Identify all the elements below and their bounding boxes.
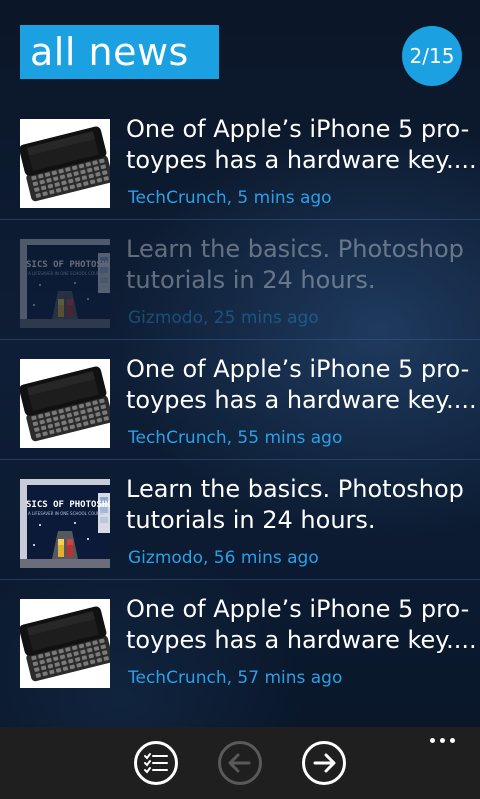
headline-line: toypes has a hardware key.... — [126, 386, 477, 414]
svg-text:A LIFESAVER IN ONE SCHOOL COUR: A LIFESAVER IN ONE SCHOOL COURSE — [28, 511, 105, 516]
news-headline: One of Apple’s iPhone 5 pro- toypes has … — [126, 594, 477, 656]
news-headline: Learn the basics. Photoshop tutorials in… — [126, 234, 470, 296]
headline-line: toypes has a hardware key.... — [126, 146, 477, 174]
news-headline: One of Apple’s iPhone 5 pro- toypes has … — [126, 354, 477, 416]
news-item[interactable]: One of Apple’s iPhone 5 pro- toypes has … — [0, 580, 480, 700]
headline-line: One of Apple’s iPhone 5 pro- — [126, 355, 470, 383]
headline-line: Learn the basics. Photoshop — [126, 235, 464, 263]
news-item[interactable]: SICS OF PHOTOSHO A LIFESAVER IN ONE SCHO… — [0, 460, 480, 580]
page-title: all news — [30, 30, 189, 74]
news-screen: all news 2/15 One of Apple’s iPhone 5 pr… — [0, 0, 480, 799]
news-source: TechCrunch, 5 mins ago — [128, 188, 332, 208]
svg-text:SICS OF PHOTOSHO: SICS OF PHOTOSHO — [26, 260, 110, 270]
photoshop-thumbnail: SICS OF PHOTOSHO A LIFESAVER IN ONE SCHO… — [20, 239, 110, 328]
news-source: TechCrunch, 55 mins ago — [128, 428, 343, 448]
news-item[interactable]: One of Apple’s iPhone 5 pro- toypes has … — [0, 340, 480, 460]
headline-line: tutorials in 24 hours. — [126, 506, 376, 534]
headline-line: One of Apple’s iPhone 5 pro- — [126, 115, 470, 143]
list-icon — [144, 753, 168, 774]
page-header: all news — [20, 25, 219, 79]
news-source: Gizmodo, 25 mins ago — [128, 308, 319, 328]
photoshop-thumbnail: SICS OF PHOTOSHO A LIFESAVER IN ONE SCHO… — [20, 479, 110, 568]
iphone-thumbnail — [20, 359, 110, 448]
headline-line: Learn the basics. Photoshop — [126, 475, 464, 503]
list-button[interactable] — [134, 741, 178, 785]
iphone-thumbnail — [20, 119, 110, 208]
headline-line: toypes has a hardware key.... — [126, 626, 477, 654]
back-button[interactable] — [218, 741, 262, 785]
app-bar — [0, 727, 480, 799]
headline-line: tutorials in 24 hours. — [126, 266, 376, 294]
page-counter-badge: 2/15 — [402, 26, 462, 86]
forward-arrow-icon — [313, 753, 336, 773]
iphone-thumbnail — [20, 599, 110, 688]
news-source: TechCrunch, 57 mins ago — [128, 668, 343, 688]
headline-line: One of Apple’s iPhone 5 pro- — [126, 595, 470, 623]
news-list: One of Apple’s iPhone 5 pro- toypes has … — [0, 100, 480, 700]
svg-text:A LIFESAVER IN ONE SCHOOL COUR: A LIFESAVER IN ONE SCHOOL COURSE — [28, 271, 105, 276]
ellipsis-icon[interactable] — [430, 735, 460, 745]
news-item[interactable]: SICS OF PHOTOSHO A LIFESAVER IN ONE SCHO… — [0, 220, 480, 340]
news-headline: One of Apple’s iPhone 5 pro- toypes has … — [126, 114, 477, 176]
svg-text:SICS OF PHOTOSHO: SICS OF PHOTOSHO — [26, 500, 110, 510]
news-source: Gizmodo, 56 mins ago — [128, 548, 319, 568]
news-item[interactable]: One of Apple’s iPhone 5 pro- toypes has … — [0, 100, 480, 220]
news-headline: Learn the basics. Photoshop tutorials in… — [126, 474, 470, 536]
forward-button[interactable] — [302, 741, 346, 785]
back-arrow-icon — [228, 753, 251, 773]
